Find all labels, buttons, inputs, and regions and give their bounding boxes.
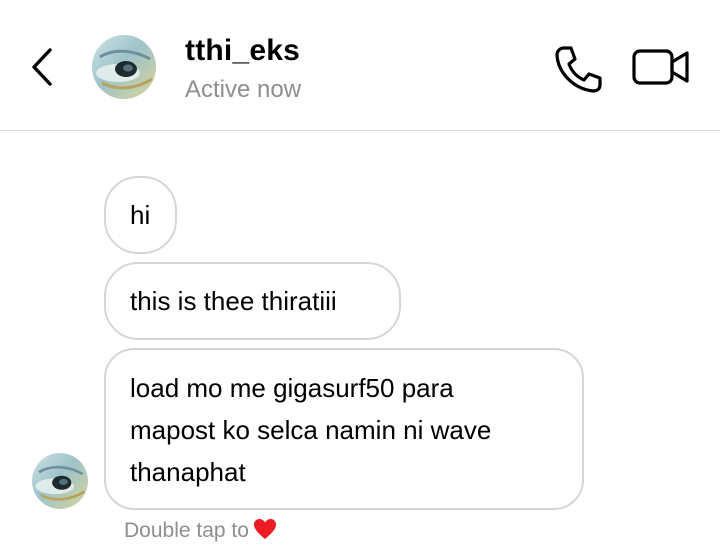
contact-info[interactable]: tthi_eks Active now (185, 33, 301, 105)
chat-header: tthi_eks Active now (0, 0, 720, 131)
sender-avatar[interactable] (32, 453, 88, 509)
video-camera-icon (632, 49, 689, 85)
double-tap-text: Double tap to (124, 519, 249, 542)
message-bubble[interactable]: this is thee thiratiii (104, 262, 401, 340)
contact-avatar[interactable] (92, 35, 156, 99)
phone-icon (555, 46, 602, 93)
video-call-button[interactable] (630, 44, 692, 90)
back-button[interactable] (22, 44, 62, 90)
message-text-line: load mo me gigasurf50 para (130, 373, 454, 403)
audio-call-button[interactable] (552, 44, 604, 94)
message-text: hi (130, 200, 151, 230)
message-bubble[interactable]: load mo me gigasurf50 para mapost ko sel… (104, 348, 584, 510)
heart-icon (253, 519, 276, 539)
message-text-line: mapost ko selca namin ni wave (130, 415, 492, 445)
active-status: Active now (185, 76, 302, 103)
message-bubble[interactable]: hi (104, 176, 177, 254)
double-tap-hint: Double tap to (124, 517, 277, 545)
message-text-line: thanaphat (130, 457, 246, 487)
contact-username: tthi_eks (185, 34, 300, 67)
message-text: this is thee thiratiii (130, 286, 337, 316)
chevron-left-icon (32, 48, 52, 86)
